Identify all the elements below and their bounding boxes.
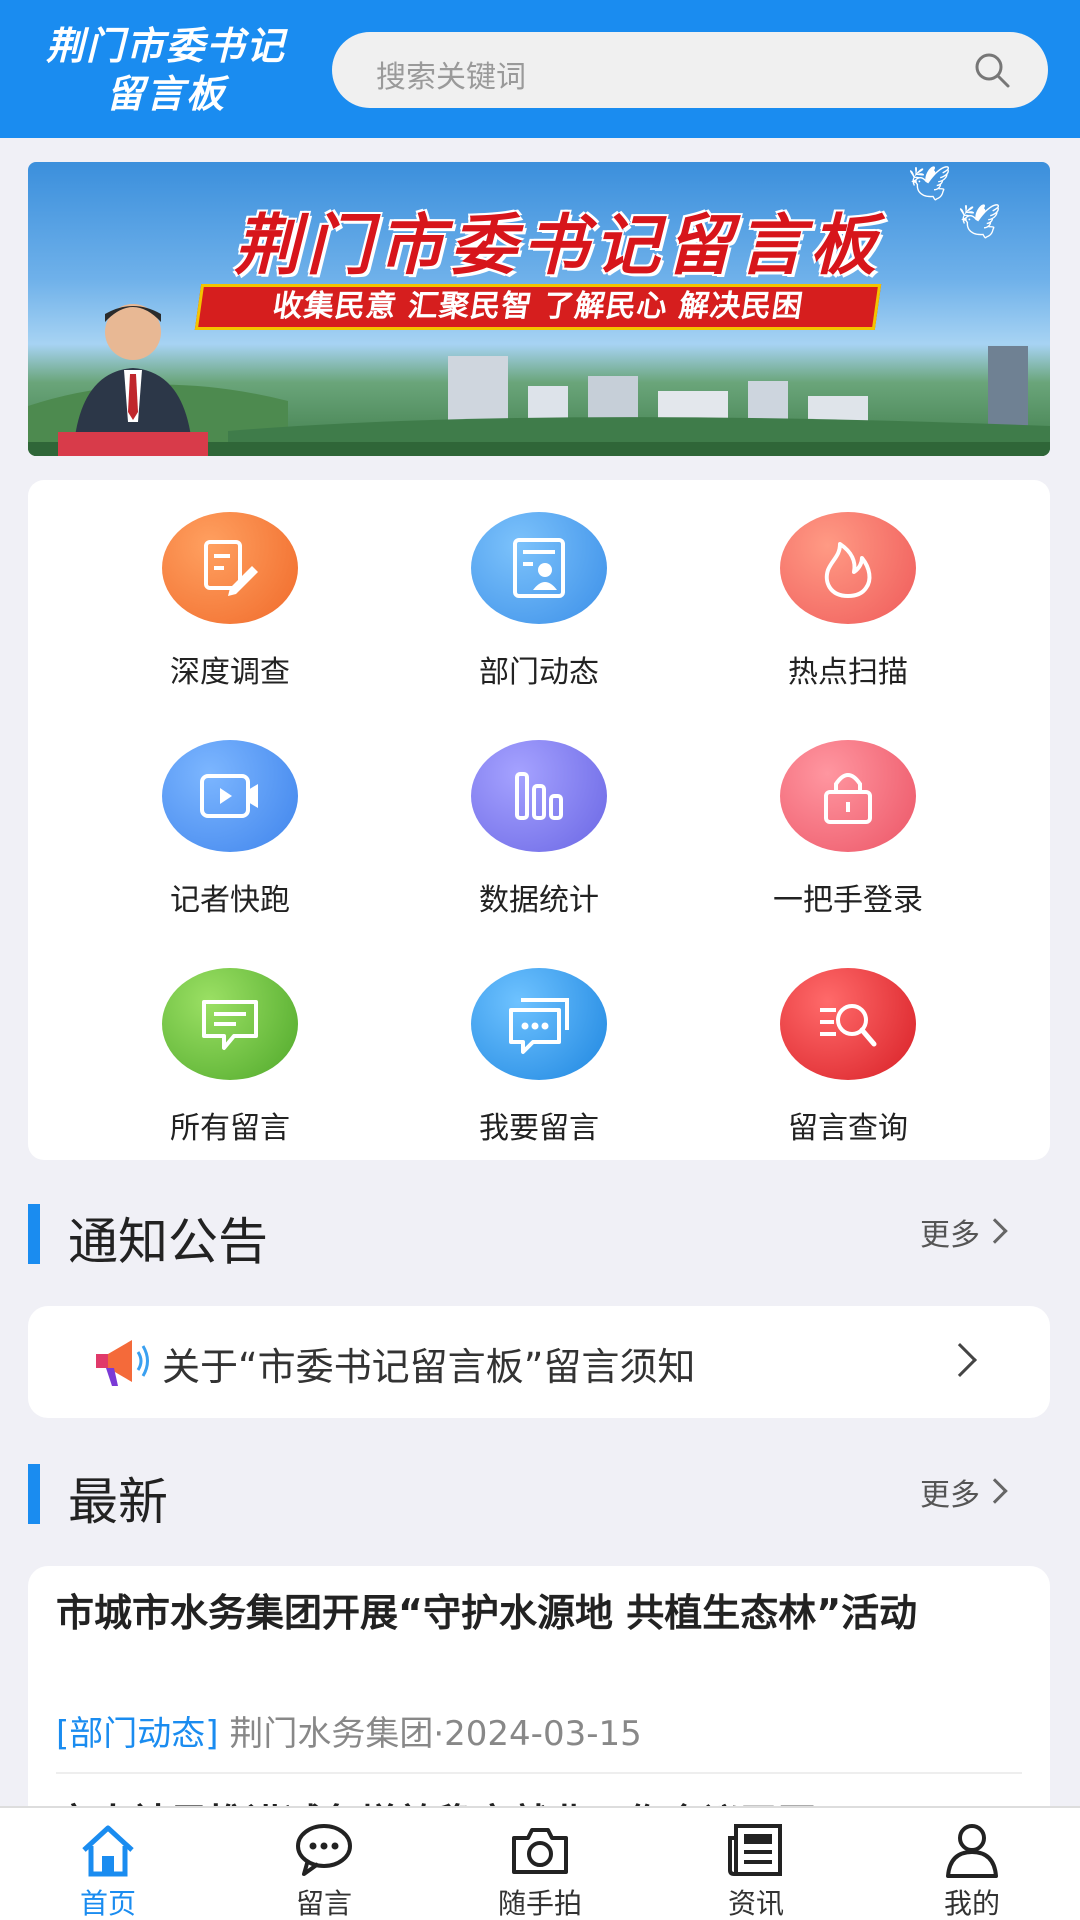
grid-item-all-messages[interactable]: 所有留言	[100, 968, 360, 1158]
tab-messages[interactable]: 留言	[216, 1808, 432, 1920]
logo-line-2: 留言板	[105, 71, 226, 116]
section-accent-bar	[28, 1464, 40, 1524]
grid-item-reporter[interactable]: 记者快跑	[100, 740, 360, 930]
bottom-tab-bar: 首页 留言 随手拍 资讯 我的	[0, 1806, 1080, 1920]
grid-item-department-news[interactable]: 部门动态	[409, 512, 669, 702]
news-category-tag[interactable]: [部门动态]	[56, 1714, 219, 1754]
department-news-icon	[471, 512, 607, 624]
grid-item-message-query[interactable]: 留言查询	[718, 968, 978, 1158]
news-item-meta: [部门动态] 荆门水务集团·2024-03-15	[56, 1706, 642, 1755]
tab-home[interactable]: 首页	[0, 1808, 216, 1920]
banner-title: 荆门市委书记留言板	[234, 206, 882, 284]
grid-label: 热点扫描	[788, 655, 908, 690]
notice-text[interactable]: 关于“市委书记留言板”留言须知	[162, 1336, 695, 1391]
grid-item-leader-login[interactable]: 一把手登录	[718, 740, 978, 930]
search-icon[interactable]	[972, 50, 1012, 90]
grid-label: 数据统计	[479, 883, 599, 918]
news-item-title[interactable]: 市城市水务集团开展“守护水源地 共植生态林”活动	[56, 1588, 1022, 1638]
news-source-date: 荆门水务集团·2024-03-15	[229, 1714, 642, 1754]
grid-label: 部门动态	[479, 655, 599, 690]
survey-icon	[162, 512, 298, 624]
notices-more-link[interactable]: 更多	[920, 1210, 980, 1254]
tab-label: 我的	[943, 1887, 1000, 1920]
tab-label: 资讯	[727, 1887, 784, 1920]
fire-icon	[780, 512, 916, 624]
chevron-right-icon[interactable]	[982, 1218, 1008, 1244]
latest-section-header: 最新 更多	[28, 1458, 1050, 1531]
app-header: 荆门市委书记 留言板 搜索关键词	[0, 0, 1080, 138]
grid-label: 记者快跑	[170, 883, 290, 918]
tab-mine[interactable]: 我的	[864, 1808, 1080, 1920]
video-icon	[162, 740, 298, 852]
grid-item-leave-message[interactable]: 我要留言	[409, 968, 669, 1158]
tab-snapshot[interactable]: 随手拍	[432, 1808, 648, 1920]
notices-section-header: 通知公告 更多	[28, 1198, 1050, 1271]
section-accent-bar	[28, 1204, 40, 1264]
message-icon	[162, 968, 298, 1080]
tab-label: 随手拍	[497, 1887, 582, 1920]
grid-item-hotspot[interactable]: 热点扫描	[718, 512, 978, 702]
grid-label: 一把手登录	[773, 883, 923, 918]
grid-label: 所有留言	[170, 1111, 290, 1146]
grid-label: 深度调查	[170, 655, 290, 690]
banner-slogan: 收集民意 汇聚民智 了解民心 解决民困	[194, 284, 882, 330]
notices-title: 通知公告	[68, 1213, 268, 1271]
divider	[56, 1772, 1022, 1774]
home-icon	[82, 1825, 134, 1877]
grid-item-survey[interactable]: 深度调查	[100, 512, 360, 702]
app-logo: 荆门市委书记 留言板	[26, 22, 306, 118]
banner-carousel[interactable]: 🕊 🕊 荆门市委书记留言板 收集民意 汇聚民智 了解民心 解决民困	[28, 162, 1050, 456]
latest-title: 最新	[68, 1473, 168, 1531]
search-input[interactable]: 搜索关键词	[376, 52, 526, 96]
user-icon	[946, 1824, 998, 1878]
dove-icon: 🕊	[958, 202, 1002, 242]
feature-grid: 深度调查 部门动态 热点扫描 记者快跑 数据统计 一把手登录 所有留言 我要留言…	[28, 480, 1050, 1160]
tab-news[interactable]: 资讯	[648, 1808, 864, 1920]
camera-icon	[512, 1828, 568, 1874]
grid-label: 我要留言	[479, 1111, 599, 1146]
message-bubble-icon	[296, 1824, 352, 1876]
grid-item-statistics[interactable]: 数据统计	[409, 740, 669, 930]
grid-label: 留言查询	[788, 1111, 908, 1146]
bar-chart-icon	[471, 740, 607, 852]
notice-item[interactable]: 关于“市委书记留言板”留言须知	[28, 1306, 1050, 1418]
tab-label: 首页	[79, 1887, 136, 1920]
official-photo	[58, 304, 208, 456]
tab-label: 留言	[295, 1887, 352, 1920]
latest-more-link[interactable]: 更多	[920, 1470, 980, 1514]
chat-icon	[471, 968, 607, 1080]
search-list-icon	[780, 968, 916, 1080]
lock-icon	[780, 740, 916, 852]
chevron-right-icon[interactable]	[943, 1343, 977, 1377]
search-bar[interactable]: 搜索关键词	[332, 32, 1048, 108]
megaphone-icon	[96, 1340, 149, 1386]
logo-line-1: 荆门市委书记	[45, 23, 286, 68]
newspaper-icon	[728, 1824, 782, 1876]
chevron-right-icon[interactable]	[982, 1478, 1008, 1504]
